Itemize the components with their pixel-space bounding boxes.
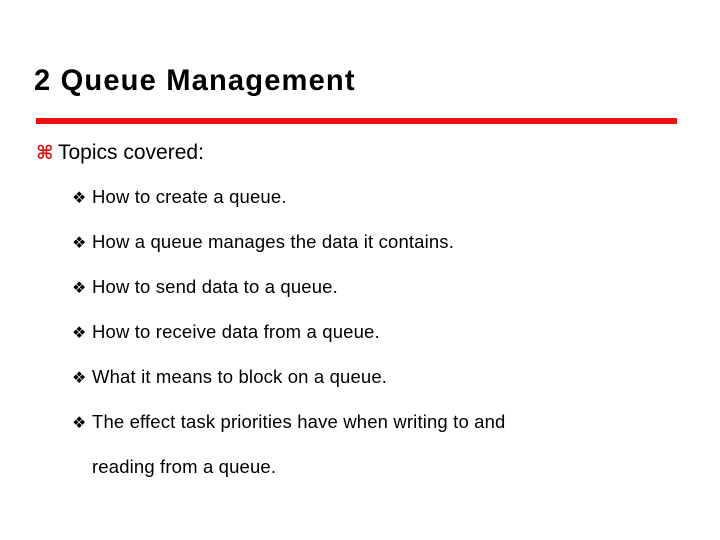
- diamond-bullet-icon: ❖: [72, 233, 87, 252]
- diamond-bullet-icon: ❖: [72, 278, 87, 297]
- list-item: ❖ How a queue manages the data it contai…: [0, 228, 720, 257]
- list-item-label: How to send data to a queue.: [92, 276, 338, 297]
- diamond-bullet-icon: ❖: [72, 368, 87, 387]
- list-item: ❖ How to send data to a queue.: [0, 273, 720, 302]
- list-item-label: How to create a queue.: [92, 186, 287, 207]
- diamond-bullet-icon: ❖: [72, 323, 87, 342]
- presentation-slide: 2 Queue Management ⌘ Topics covered: ❖ H…: [0, 0, 720, 540]
- list-item-label: How a queue manages the data it contains…: [92, 231, 454, 252]
- title-divider-rule: [36, 118, 677, 124]
- command-bullet-icon: ⌘: [36, 142, 54, 164]
- list-item-label: The effect task priorities have when wri…: [92, 411, 506, 432]
- list-item-label: Topics covered:: [58, 141, 204, 164]
- list-item: ⌘ Topics covered:: [0, 138, 720, 168]
- list-item: ❖ The effect task priorities have when w…: [0, 408, 720, 437]
- list-item: ❖ How to receive data from a queue.: [0, 318, 720, 347]
- list-item-label: How to receive data from a queue.: [92, 321, 380, 342]
- diamond-bullet-icon: ❖: [72, 413, 87, 432]
- list-item: ❖ What it means to block on a queue.: [0, 363, 720, 392]
- list-item: ❖ How to create a queue.: [0, 183, 720, 212]
- page-title: 2 Queue Management: [34, 64, 356, 97]
- list-item-label: What it means to block on a queue.: [92, 366, 388, 387]
- list-item-continuation: reading from a queue.: [0, 453, 720, 481]
- list-item-label: reading from a queue.: [92, 456, 277, 477]
- diamond-bullet-icon: ❖: [72, 188, 87, 207]
- bullet-list: ⌘ Topics covered: ❖ How to create a queu…: [0, 138, 720, 497]
